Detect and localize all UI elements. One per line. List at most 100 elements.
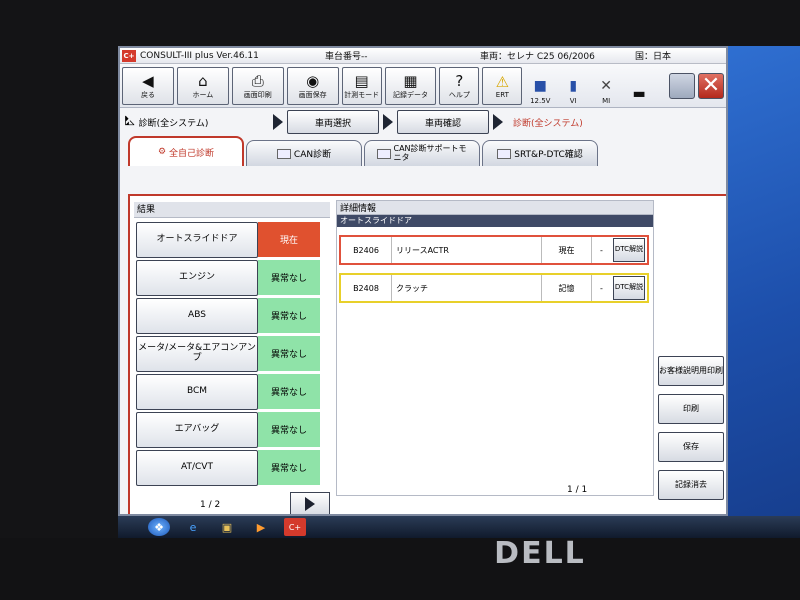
vehicle-confirm-step[interactable]: 車両確認: [397, 110, 489, 134]
start-button-icon[interactable]: ❖: [148, 518, 170, 536]
app-icon: C+: [122, 49, 136, 62]
ert-button[interactable]: ⚠ ERT: [482, 66, 523, 105]
can-icon: [276, 148, 291, 159]
dtc-count: -: [591, 237, 611, 263]
save-screen-label: 画面保存: [298, 90, 327, 99]
vehicle-select-step[interactable]: 車両選択: [287, 110, 379, 134]
tab-label: CAN診断: [293, 150, 332, 160]
dtc-explain-button[interactable]: DTC解説: [613, 276, 645, 300]
breadcrumb-arrow-icon: [383, 114, 393, 130]
system-button-meter[interactable]: メータ/メータ&エアコンアンプ: [136, 336, 258, 372]
breadcrumb-arrow-icon: [273, 114, 283, 130]
tab-label: SRT&P-DTC確認: [514, 150, 583, 160]
dtc-explain-button[interactable]: DTC解説: [613, 238, 645, 262]
srt-icon: [497, 148, 512, 159]
country-info: 国：日本: [635, 52, 672, 62]
vehicle-info: 車両：セレナ C25 06/2006: [480, 52, 595, 62]
print-button[interactable]: 印刷: [658, 394, 724, 424]
breadcrumb-title: ⛡ 診断(全システム): [124, 113, 269, 131]
result-row: メータ/メータ&エアコンアンプ 異常なし: [136, 336, 320, 372]
breadcrumb: ⛡ 診断(全システム) 車両選択 車両確認 診断(全システム): [120, 108, 726, 136]
dtc-state: 現在: [541, 237, 591, 263]
dtc-row[interactable]: B2406 リリースACTR 現在 - DTC解説: [339, 235, 649, 265]
car-icon: ■: [533, 77, 547, 94]
system-button-auto-slide-door[interactable]: オートスライドドア: [136, 222, 258, 258]
system-button-bcm[interactable]: BCM: [136, 374, 258, 410]
consult-app-window: C+ CONSULT-III plus Ver.46.11 車台番号-- 車両：…: [118, 46, 728, 516]
media-player-icon[interactable]: ▶: [250, 518, 272, 536]
results-page-indicator: 1 / 2: [200, 500, 221, 510]
save-screen-button[interactable]: ◉ 画面保存: [286, 66, 339, 105]
print-screen-button[interactable]: ⎙ 画面印刷: [231, 66, 284, 105]
mi-x-icon: ✕: [600, 77, 612, 94]
status-badge: 異常なし: [258, 298, 320, 334]
consult-task-icon[interactable]: C+: [284, 518, 306, 536]
status-badge: 異常なし: [258, 450, 320, 486]
screen: C+ CONSULT-III plus Ver.46.11 車台番号-- 車両：…: [118, 46, 800, 538]
toolbar: ◀ 戻る ⌂ ホーム ⎙ 画面印刷 ◉ 画面保存 ▤ 計測モード ▦ 記録データ: [120, 64, 726, 108]
result-row: AT/CVT 異常なし: [136, 450, 320, 486]
home-label: ホーム: [192, 90, 214, 99]
back-label: 戻る: [140, 90, 155, 99]
customer-print-button[interactable]: お客様説明用印刷: [658, 356, 724, 386]
status-badge: 異常なし: [258, 374, 320, 410]
battery-status: ■ 12.5V: [525, 67, 555, 105]
dtc-state: 記憶: [541, 275, 591, 301]
help-button[interactable]: ? ヘルプ: [439, 66, 480, 105]
status-badge: 異常なし: [258, 260, 320, 296]
next-page-button[interactable]: [290, 492, 330, 514]
dtc-code: B2408: [353, 283, 379, 293]
dtc-row[interactable]: B2408 クラッチ 記憶 - DTC解説: [339, 273, 649, 303]
tab-label: CAN診断サポートモニタ: [393, 144, 467, 162]
breadcrumb-title-label: 診断(全システム): [138, 118, 209, 129]
can-monitor-icon: [376, 148, 391, 159]
dtc-description: クラッチ: [391, 275, 541, 301]
dtc-code: B2406: [353, 245, 379, 255]
tab-label: 全自己診断: [169, 148, 215, 159]
tab-can-diagnosis[interactable]: CAN診断: [246, 140, 362, 166]
dell-logo: DELL: [494, 535, 586, 571]
measure-mode-label: 計測モード: [344, 90, 380, 99]
printer-icon: ⎙: [251, 71, 264, 90]
status-badge: 異常なし: [258, 336, 320, 372]
measure-icon: ▤: [354, 71, 369, 90]
battery-icon: ▬: [632, 85, 646, 102]
taskbar: ❖ e ▣ ▶ C+: [118, 516, 800, 538]
diagnosis-panel: 結果 オートスライドドア 現在 エンジン 異常なし ABS 異常なし メータ/メ…: [128, 194, 726, 514]
erase-record-button[interactable]: 記録消去: [658, 470, 724, 500]
print-screen-label: 画面印刷: [243, 90, 272, 99]
record-data-button[interactable]: ▦ 記録データ: [384, 66, 437, 105]
battery-indicator: ▬: [624, 67, 654, 105]
monitor-bezel-bottom: [0, 538, 800, 600]
dtc-count: -: [591, 275, 611, 301]
mi-label: MI: [602, 96, 611, 105]
result-row: エアバッグ 異常なし: [136, 412, 320, 448]
result-row: BCM 異常なし: [136, 374, 320, 410]
measure-mode-button[interactable]: ▤ 計測モード: [341, 66, 382, 105]
system-button-airbag[interactable]: エアバッグ: [136, 412, 258, 448]
home-button[interactable]: ⌂ ホーム: [176, 66, 229, 105]
tab-can-support-monitor[interactable]: CAN診断サポートモニタ: [364, 140, 480, 166]
tab-srt-pdtc[interactable]: SRT&P-DTC確認: [482, 140, 598, 166]
detail-panel: 詳細情報 オートスライドドア B2406 リリースACTR 現在 - DTC解説…: [336, 200, 654, 496]
vi-status: ▮ VI: [558, 67, 588, 105]
system-button-engine[interactable]: エンジン: [136, 260, 258, 296]
result-row: エンジン 異常なし: [136, 260, 320, 296]
monitor-bezel-top: [0, 0, 800, 46]
detail-page-indicator: 1 / 1: [567, 485, 588, 495]
back-button[interactable]: ◀ 戻る: [122, 66, 174, 105]
breadcrumb-current: 診断(全システム): [513, 118, 583, 129]
title-bar: C+ CONSULT-III plus Ver.46.11 車台番号-- 車両：…: [120, 48, 726, 64]
browser-icon[interactable]: e: [182, 518, 204, 536]
system-button-at-cvt[interactable]: AT/CVT: [136, 450, 258, 486]
app-title: CONSULT-III plus Ver.46.11: [140, 50, 259, 61]
voltage-label: 12.5V: [530, 96, 551, 105]
minimize-button[interactable]: [669, 72, 695, 99]
tab-all-self-diagnosis[interactable]: ⚙ 全自己診断: [128, 136, 244, 166]
system-button-abs[interactable]: ABS: [136, 298, 258, 334]
close-button[interactable]: ✕: [698, 72, 724, 99]
detail-header: 詳細情報: [337, 201, 653, 215]
folder-icon[interactable]: ▣: [216, 518, 238, 536]
save-button[interactable]: 保存: [658, 432, 724, 462]
camera-icon: ◉: [306, 71, 320, 90]
